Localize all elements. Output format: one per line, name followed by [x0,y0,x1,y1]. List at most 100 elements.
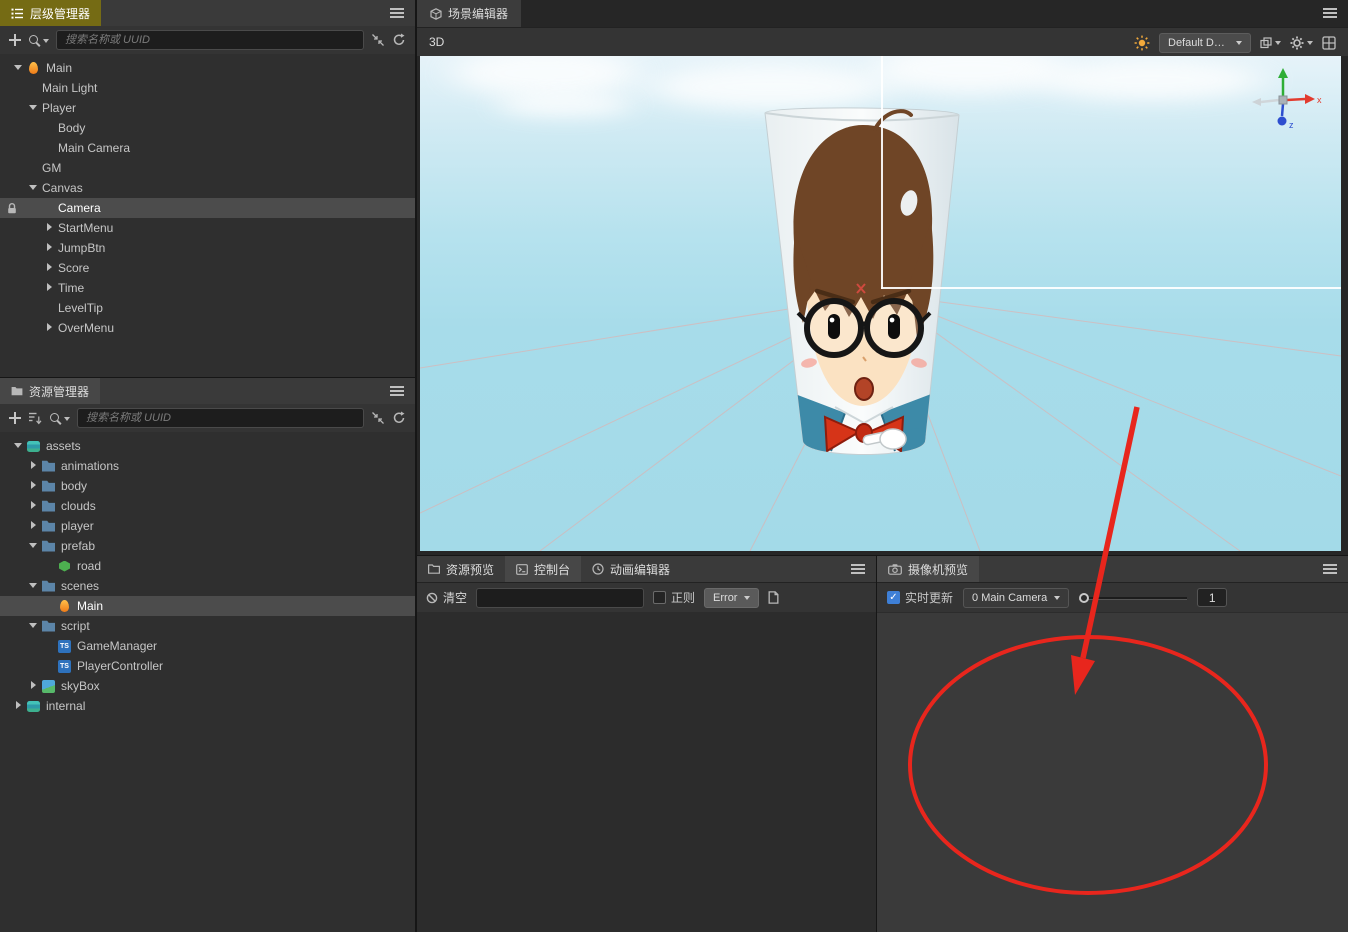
tab-console[interactable]: 控制台 [505,556,582,582]
folder-icon [42,580,55,593]
asset-label: scenes [61,579,100,593]
search-filter[interactable] [28,34,49,47]
console-log-area[interactable] [417,613,876,932]
tree-row[interactable]: animations [0,456,415,476]
twisty-icon[interactable] [28,478,41,494]
realtime-update-checkbox[interactable]: 实时更新 [887,589,953,606]
mode-3d-button[interactable]: 3D [429,35,444,49]
add-node-icon[interactable] [9,34,21,46]
twisty-icon[interactable] [28,498,41,514]
tree-row[interactable]: GameManager [0,636,415,656]
twisty-icon[interactable] [44,280,57,296]
twisty-icon[interactable] [44,220,57,236]
sort-icon[interactable] [28,411,42,425]
tree-row[interactable]: OverMenu [0,318,415,338]
tree-row[interactable]: road [0,556,415,576]
twisty-icon[interactable] [28,578,41,594]
refresh-icon[interactable] [392,411,406,425]
collapse-all-icon[interactable] [371,411,385,425]
add-asset-icon[interactable] [9,412,21,424]
clear-console-button[interactable]: 清空 [426,589,467,606]
tree-row[interactable]: StartMenu [0,218,415,238]
tree-row[interactable]: Body [0,118,415,138]
layout-grid-icon[interactable] [1322,35,1336,50]
camera-toolbar: 实时更新 0 Main Camera 1 [877,582,1348,612]
regex-checkbox[interactable]: 正则 [653,589,695,606]
tree-row-selected[interactable]: Main [0,596,415,616]
tree-row[interactable]: Main Camera [0,138,415,158]
twisty-icon[interactable] [28,180,41,196]
scene-viewport[interactable]: x z [420,56,1341,551]
twisty-icon[interactable] [28,518,41,534]
orientation-gizmo[interactable]: x z [1247,64,1327,136]
tree-row[interactable]: skyBox [0,676,415,696]
collapse-all-icon[interactable] [371,33,385,47]
twisty-icon[interactable] [13,60,26,76]
twisty-icon[interactable] [28,678,41,694]
tree-row[interactable]: prefab [0,536,415,556]
tree-row-selected[interactable]: Camera [0,198,415,218]
tree-row[interactable]: internal [0,696,415,716]
twisty-icon[interactable] [13,438,26,454]
asset-label: PlayerController [77,659,164,673]
zoom-slider[interactable] [1079,591,1188,605]
tab-assets[interactable]: 资源管理器 [0,378,101,404]
assets-search-row [0,404,415,432]
typescript-icon [58,659,71,673]
panel-menu-icon[interactable] [1323,8,1337,18]
view-layers-dropdown[interactable] [1260,36,1281,49]
refresh-icon[interactable] [392,33,406,47]
log-level-dropdown[interactable]: Error [704,587,760,608]
tree-row[interactable]: PlayerController [0,656,415,676]
tree-row[interactable]: body [0,476,415,496]
node-label: Main Light [42,81,98,95]
tab-hierarchy[interactable]: 层级管理器 [0,0,102,26]
node-label: Main Camera [58,141,131,155]
twisty-icon[interactable] [44,260,57,276]
cup-model[interactable] [757,101,967,471]
twisty-icon[interactable] [44,240,57,256]
scene-settings-dropdown[interactable] [1290,36,1313,50]
tree-row[interactable]: Main [0,58,415,78]
tree-row[interactable]: Canvas [0,178,415,198]
tree-row[interactable]: GM [0,158,415,178]
tree-row[interactable]: clouds [0,496,415,516]
tab-asset-preview[interactable]: 资源预览 [417,556,506,582]
search-input[interactable] [56,30,364,50]
tree-row[interactable]: script [0,616,415,636]
twisty-icon[interactable] [28,100,41,116]
panel-menu-icon[interactable] [851,564,865,574]
tree-row[interactable]: Main Light [0,78,415,98]
tab-camera-preview[interactable]: 摄像机预览 [877,556,980,582]
tree-row[interactable]: assets [0,436,415,456]
device-dropdown[interactable]: Default De... [1159,32,1251,53]
twisty-icon[interactable] [28,458,41,474]
slider-knob[interactable] [1079,592,1090,603]
panel-menu-icon[interactable] [390,386,404,396]
scene-cube-icon [430,7,442,20]
tree-row[interactable]: LevelTip [0,298,415,318]
tree-row[interactable]: Score [0,258,415,278]
camera-select-dropdown[interactable]: 0 Main Camera [963,587,1070,608]
twisty-icon[interactable] [13,698,26,714]
tree-row[interactable]: player [0,516,415,536]
twisty-icon[interactable] [28,538,41,554]
search-input[interactable] [77,408,364,428]
light-gizmo-button[interactable] [1134,35,1150,51]
folder-icon [42,500,55,513]
tab-animation-editor[interactable]: 动画编辑器 [581,556,682,582]
panel-menu-icon[interactable] [1323,564,1337,574]
panel-menu-icon[interactable] [390,8,404,18]
console-filter-input[interactable] [476,587,645,608]
twisty-icon[interactable] [28,618,41,634]
tree-row[interactable]: scenes [0,576,415,596]
zoom-value-input[interactable]: 1 [1197,588,1228,607]
log-file-icon[interactable] [768,591,779,604]
twisty-icon[interactable] [44,320,57,336]
skybox-image-icon [42,679,55,693]
tree-row[interactable]: Time [0,278,415,298]
search-filter[interactable] [49,412,70,425]
tree-row[interactable]: JumpBtn [0,238,415,258]
tab-scene-editor[interactable]: 场景编辑器 [417,0,522,27]
tree-row[interactable]: Player [0,98,415,118]
